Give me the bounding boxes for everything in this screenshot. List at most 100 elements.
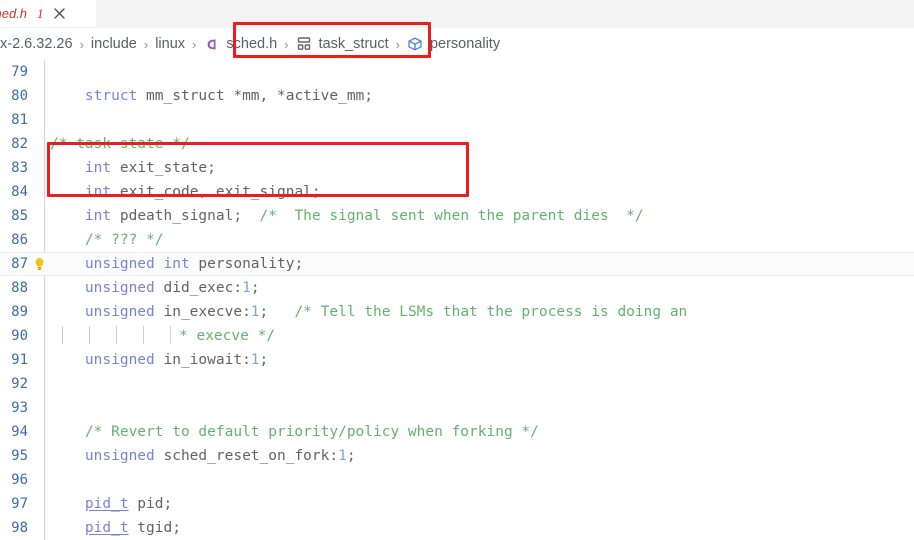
code-token-kw: int (84, 160, 112, 176)
code-line-text: unsigned in_execve:1; /* Tell the LSMs t… (50, 300, 687, 324)
code-token-num: 1 (250, 304, 260, 320)
breadcrumb-item-label: sched.h (226, 36, 278, 52)
line-number: 87 (11, 256, 28, 272)
code-line[interactable]: 89 unsigned in_execve:1; /* Tell the LSM… (0, 300, 914, 324)
editor-tab-dirty-indicator: 1 (37, 5, 44, 21)
code-token-id: pid; (128, 496, 173, 512)
code-token-id: personality; (189, 256, 304, 272)
code-token-id: did_exec: (154, 280, 243, 296)
code-line-text: int pdeath_signal; /* The signal sent wh… (50, 204, 644, 228)
code-line-text: pid_t pid; (50, 492, 172, 516)
line-number: 84 (11, 184, 28, 200)
code-token-pun (50, 184, 85, 200)
code-token-pun (50, 520, 85, 536)
breadcrumb: x-2.6.32.26 › include › linux › sched.h … (0, 28, 914, 60)
code-token-kw: unsigned (84, 304, 155, 320)
breadcrumb-item-linux[interactable]: linux (155, 36, 185, 52)
code-token-pun (50, 232, 85, 248)
code-token-id: sched_reset_on_fork: (154, 448, 339, 464)
code-token-kw: unsigned (84, 448, 155, 464)
editor-tab-sched-h[interactable]: ched.h 1 (0, 0, 96, 27)
line-number: 97 (11, 496, 28, 512)
code-token-pun (50, 496, 85, 512)
code-token-pun (50, 352, 85, 368)
code-line[interactable]: 97 pid_t pid; (0, 492, 914, 516)
code-token-pun (50, 208, 85, 224)
code-token-num: 1 (338, 448, 347, 464)
code-line-text: /* task state */ (50, 132, 190, 156)
code-token-pun (50, 280, 85, 296)
code-token-typ: pid_t (84, 520, 129, 536)
code-token-id: mm_struct *mm, *active_mm; (137, 88, 374, 104)
line-number: 85 (11, 208, 28, 224)
code-token-kw: int (84, 208, 112, 224)
breadcrumb-item-include[interactable]: include (91, 36, 137, 52)
lightbulb-icon[interactable] (28, 257, 50, 272)
breadcrumb-separator: › (79, 36, 84, 52)
code-line-text: /* Revert to default priority/policy whe… (50, 420, 539, 444)
code-token-kw: int (84, 184, 112, 200)
code-token-cmt: /* The signal sent when the parent dies … (259, 208, 644, 224)
code-line[interactable]: 80 struct mm_struct *mm, *active_mm; (0, 84, 914, 108)
breadcrumb-separator: › (192, 36, 197, 52)
code-line[interactable]: 96 (0, 468, 914, 492)
code-line[interactable]: 90 * execve */ (0, 324, 914, 348)
code-token-pun (50, 424, 85, 440)
code-line[interactable]: 98 pid_t tgid; (0, 516, 914, 540)
code-line[interactable]: 88 unsigned did_exec:1; (0, 276, 914, 300)
line-number: 86 (11, 232, 28, 248)
breadcrumb-item-label: linux (155, 36, 186, 52)
breadcrumb-item-root[interactable]: x-2.6.32.26 (0, 36, 73, 52)
breadcrumb-item-label: include (90, 36, 137, 52)
code-line[interactable]: 79 (0, 60, 914, 84)
code-token-cmt: /* ??? */ (84, 232, 164, 248)
code-line[interactable]: 93 (0, 396, 914, 420)
breadcrumb-item-personality[interactable]: personality (407, 36, 500, 53)
breadcrumb-item-label: personality (429, 36, 501, 52)
code-line[interactable]: 84 int exit_code, exit_signal; (0, 180, 914, 204)
line-number: 95 (11, 448, 28, 464)
code-token-kw: struct (84, 88, 138, 104)
code-token-pun (50, 448, 85, 464)
code-line-text: * execve */ (50, 324, 275, 348)
editor-tab-bar: ched.h 1 (0, 0, 914, 28)
code-line[interactable]: 87 unsigned int personality; (0, 252, 914, 276)
line-number: 90 (11, 328, 28, 344)
breadcrumb-item-sched-h[interactable]: sched.h (203, 36, 277, 53)
close-icon[interactable] (53, 7, 67, 21)
code-token-id: ; (259, 304, 295, 320)
code-line[interactable]: 82 /* task state */ (0, 132, 914, 156)
code-line-text: int exit_state; (50, 156, 216, 180)
code-token-id: exit_code, exit_signal; (111, 184, 321, 200)
code-line[interactable]: 81 (0, 108, 914, 132)
line-number: 92 (11, 376, 28, 392)
breadcrumb-separator: › (395, 36, 400, 52)
code-token-cmt: /* task state */ (50, 136, 190, 152)
code-token-kw: unsigned (84, 280, 155, 296)
code-lines-container: 79 80 struct mm_struct *mm, *active_mm; 81… (0, 60, 914, 540)
code-line[interactable]: 85 int pdeath_signal; /* The signal sent… (0, 204, 914, 228)
code-line[interactable]: 94 /* Revert to default priority/policy … (0, 420, 914, 444)
code-token-pun (50, 160, 85, 176)
code-line[interactable]: 86 /* ??? */ (0, 228, 914, 252)
code-line[interactable]: 83 int exit_state; (0, 156, 914, 180)
line-number: 88 (11, 280, 28, 296)
code-token-typ: pid_t (84, 496, 129, 512)
code-token-pun (50, 256, 85, 272)
code-editor[interactable]: 79 80 struct mm_struct *mm, *active_mm; 81… (0, 60, 914, 540)
line-number: 82 (11, 136, 28, 152)
code-line-text: /* ??? */ (50, 228, 164, 252)
code-token-id: in_execve: (154, 304, 251, 320)
breadcrumb-item-label: task_struct (318, 36, 389, 52)
code-line-text: unsigned sched_reset_on_fork:1; (50, 444, 356, 468)
code-token-pun (50, 88, 85, 104)
code-line[interactable]: 91 unsigned in_iowait:1; (0, 348, 914, 372)
line-number: 93 (11, 400, 28, 416)
breadcrumb-item-task-struct[interactable]: task_struct (296, 36, 389, 53)
code-line[interactable]: 92 (0, 372, 914, 396)
code-token-kw: unsigned int (84, 256, 190, 272)
code-line-text: unsigned in_iowait:1; (50, 348, 268, 372)
code-token-kw: unsigned (84, 352, 155, 368)
line-number: 79 (11, 64, 28, 80)
code-line[interactable]: 95 unsigned sched_reset_on_fork:1; (0, 444, 914, 468)
